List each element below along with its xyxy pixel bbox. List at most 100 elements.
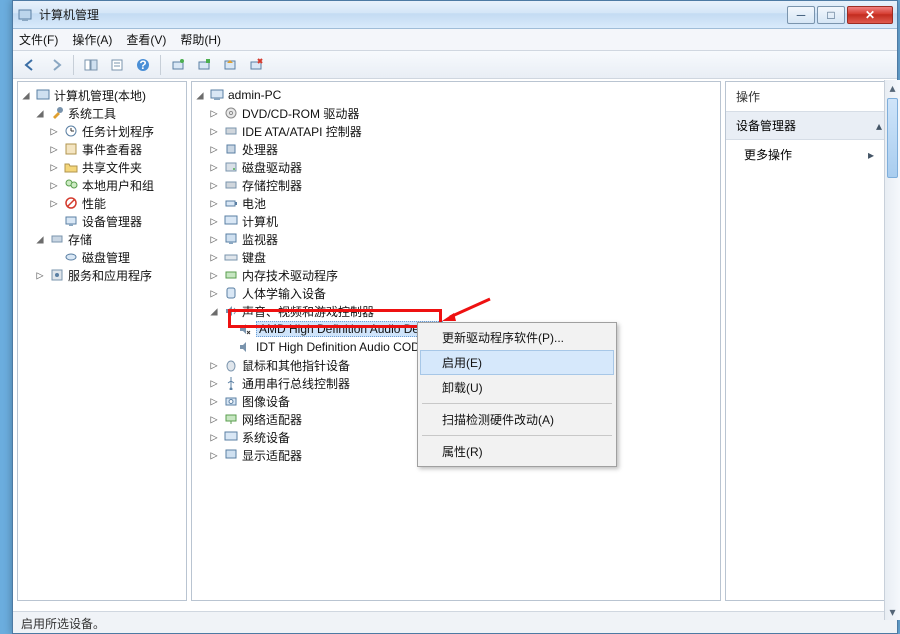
uninstall-button[interactable] bbox=[245, 54, 267, 76]
expand-icon[interactable]: ▷ bbox=[208, 394, 220, 408]
expand-icon[interactable]: ▷ bbox=[48, 178, 60, 192]
expand-icon[interactable]: ▷ bbox=[208, 178, 220, 192]
memory-icon bbox=[223, 267, 239, 283]
expand-icon[interactable]: ▷ bbox=[208, 142, 220, 156]
ctx-uninstall[interactable]: 卸载(U) bbox=[420, 375, 614, 400]
tree-local-users[interactable]: ▷本地用户和组 bbox=[20, 176, 184, 194]
toolbar: ? bbox=[13, 51, 897, 79]
collapse-icon[interactable]: ◢ bbox=[34, 232, 46, 246]
device-memory-tech[interactable]: ▷内存技术驱动程序 bbox=[194, 266, 718, 284]
collapse-icon[interactable]: ◢ bbox=[34, 106, 46, 120]
separator bbox=[160, 55, 161, 75]
expand-icon[interactable]: ▷ bbox=[34, 268, 46, 282]
expand-icon[interactable]: ▷ bbox=[208, 106, 220, 120]
device-ide[interactable]: ▷IDE ATA/ATAPI 控制器 bbox=[194, 122, 718, 140]
device-monitor[interactable]: ▷监视器 bbox=[194, 230, 718, 248]
expand-icon[interactable]: ▷ bbox=[48, 142, 60, 156]
cpu-icon bbox=[223, 141, 239, 157]
device-root[interactable]: ◢admin-PC bbox=[194, 86, 718, 104]
expand-icon[interactable]: ▷ bbox=[208, 268, 220, 282]
left-tree-pane[interactable]: ◢计算机管理(本地) ◢系统工具 ▷任务计划程序 ▷事件查看器 ▷共享文件夹 ▷… bbox=[17, 81, 187, 601]
device-dvd[interactable]: ▷DVD/CD-ROM 驱动器 bbox=[194, 104, 718, 122]
back-button[interactable] bbox=[19, 54, 41, 76]
system-icon bbox=[223, 429, 239, 445]
ide-icon bbox=[223, 123, 239, 139]
vertical-scrollbar[interactable]: ▴ ▾ bbox=[884, 80, 900, 620]
minimize-button[interactable]: ─ bbox=[787, 6, 815, 24]
device-cpu[interactable]: ▷处理器 bbox=[194, 140, 718, 158]
tree-services[interactable]: ▷服务和应用程序 bbox=[20, 266, 184, 284]
tree-shared-folders[interactable]: ▷共享文件夹 bbox=[20, 158, 184, 176]
expand-icon[interactable]: ▷ bbox=[208, 376, 220, 390]
expand-icon[interactable]: ▷ bbox=[48, 124, 60, 138]
collapse-icon[interactable]: ◢ bbox=[20, 88, 32, 102]
tree-task-scheduler[interactable]: ▷任务计划程序 bbox=[20, 122, 184, 140]
collapse-icon[interactable]: ◢ bbox=[194, 88, 206, 102]
actions-more[interactable]: 更多操作 ▸ bbox=[726, 140, 892, 169]
device-computer[interactable]: ▷计算机 bbox=[194, 212, 718, 230]
expand-icon[interactable]: ▷ bbox=[208, 232, 220, 246]
tree-storage[interactable]: ◢存储 bbox=[20, 230, 184, 248]
menu-help[interactable]: 帮助(H) bbox=[180, 31, 221, 48]
actions-header: 操作 bbox=[726, 82, 892, 112]
disk-icon bbox=[63, 249, 79, 265]
scan-button[interactable] bbox=[167, 54, 189, 76]
forward-button[interactable] bbox=[45, 54, 67, 76]
storage-icon bbox=[49, 231, 65, 247]
tree-system-tools[interactable]: ◢系统工具 bbox=[20, 104, 184, 122]
computer-icon bbox=[223, 213, 239, 229]
tree-root[interactable]: ◢计算机管理(本地) bbox=[20, 86, 184, 104]
titlebar[interactable]: 计算机管理 ─ □ ✕ bbox=[13, 1, 897, 29]
status-text: 启用所选设备。 bbox=[21, 617, 105, 631]
expand-icon[interactable]: ▷ bbox=[208, 448, 220, 462]
keyboard-icon bbox=[223, 249, 239, 265]
menu-view[interactable]: 查看(V) bbox=[126, 31, 166, 48]
expand-icon[interactable]: ▷ bbox=[208, 124, 220, 138]
audio-device-icon bbox=[237, 339, 253, 355]
collapse-icon[interactable]: ▴ bbox=[876, 119, 882, 133]
menu-action[interactable]: 操作(A) bbox=[72, 31, 112, 48]
ctx-enable[interactable]: 启用(E) bbox=[420, 350, 614, 375]
expand-icon[interactable]: ▷ bbox=[48, 160, 60, 174]
enable-button[interactable] bbox=[193, 54, 215, 76]
actions-pane: 操作 设备管理器 ▴ 更多操作 ▸ bbox=[725, 81, 893, 601]
users-icon bbox=[63, 177, 79, 193]
menu-file[interactable]: 文件(F) bbox=[19, 31, 58, 48]
device-tree-pane[interactable]: ◢admin-PC ▷DVD/CD-ROM 驱动器 ▷IDE ATA/ATAPI… bbox=[191, 81, 721, 601]
computer-icon bbox=[209, 87, 225, 103]
device-storage-ctrl[interactable]: ▷存储控制器 bbox=[194, 176, 718, 194]
expand-icon[interactable]: ▷ bbox=[208, 160, 220, 174]
ctx-update-driver[interactable]: 更新驱动程序软件(P)... bbox=[420, 325, 614, 350]
expand-icon[interactable]: ▷ bbox=[208, 430, 220, 444]
tree-disk-mgmt[interactable]: 磁盘管理 bbox=[20, 248, 184, 266]
usb-icon bbox=[223, 375, 239, 391]
actions-section[interactable]: 设备管理器 ▴ bbox=[726, 112, 892, 140]
scroll-down-button[interactable]: ▾ bbox=[885, 604, 900, 620]
expand-icon[interactable]: ▷ bbox=[208, 412, 220, 426]
scroll-up-button[interactable]: ▴ bbox=[885, 80, 900, 96]
event-icon bbox=[63, 141, 79, 157]
help-button[interactable]: ? bbox=[132, 54, 154, 76]
show-hide-tree-button[interactable] bbox=[80, 54, 102, 76]
ctx-scan[interactable]: 扫描检测硬件改动(A) bbox=[420, 407, 614, 432]
update-driver-button[interactable] bbox=[219, 54, 241, 76]
properties-button[interactable] bbox=[106, 54, 128, 76]
device-keyboard[interactable]: ▷键盘 bbox=[194, 248, 718, 266]
scroll-thumb[interactable] bbox=[887, 98, 898, 178]
tree-performance[interactable]: ▷性能 bbox=[20, 194, 184, 212]
device-battery[interactable]: ▷电池 bbox=[194, 194, 718, 212]
tree-event-viewer[interactable]: ▷事件查看器 bbox=[20, 140, 184, 158]
battery-icon bbox=[223, 195, 239, 211]
device-disk-drives[interactable]: ▷磁盘驱动器 bbox=[194, 158, 718, 176]
expand-icon[interactable]: ▷ bbox=[48, 196, 60, 210]
expand-icon[interactable]: ▷ bbox=[208, 286, 220, 300]
expand-icon[interactable]: ▷ bbox=[208, 250, 220, 264]
close-button[interactable]: ✕ bbox=[847, 6, 893, 24]
collapse-icon[interactable]: ◢ bbox=[208, 304, 220, 318]
expand-icon[interactable]: ▷ bbox=[208, 214, 220, 228]
ctx-properties[interactable]: 属性(R) bbox=[420, 439, 614, 464]
maximize-button[interactable]: □ bbox=[817, 6, 845, 24]
expand-icon[interactable]: ▷ bbox=[208, 358, 220, 372]
tree-device-manager[interactable]: 设备管理器 bbox=[20, 212, 184, 230]
expand-icon[interactable]: ▷ bbox=[208, 196, 220, 210]
